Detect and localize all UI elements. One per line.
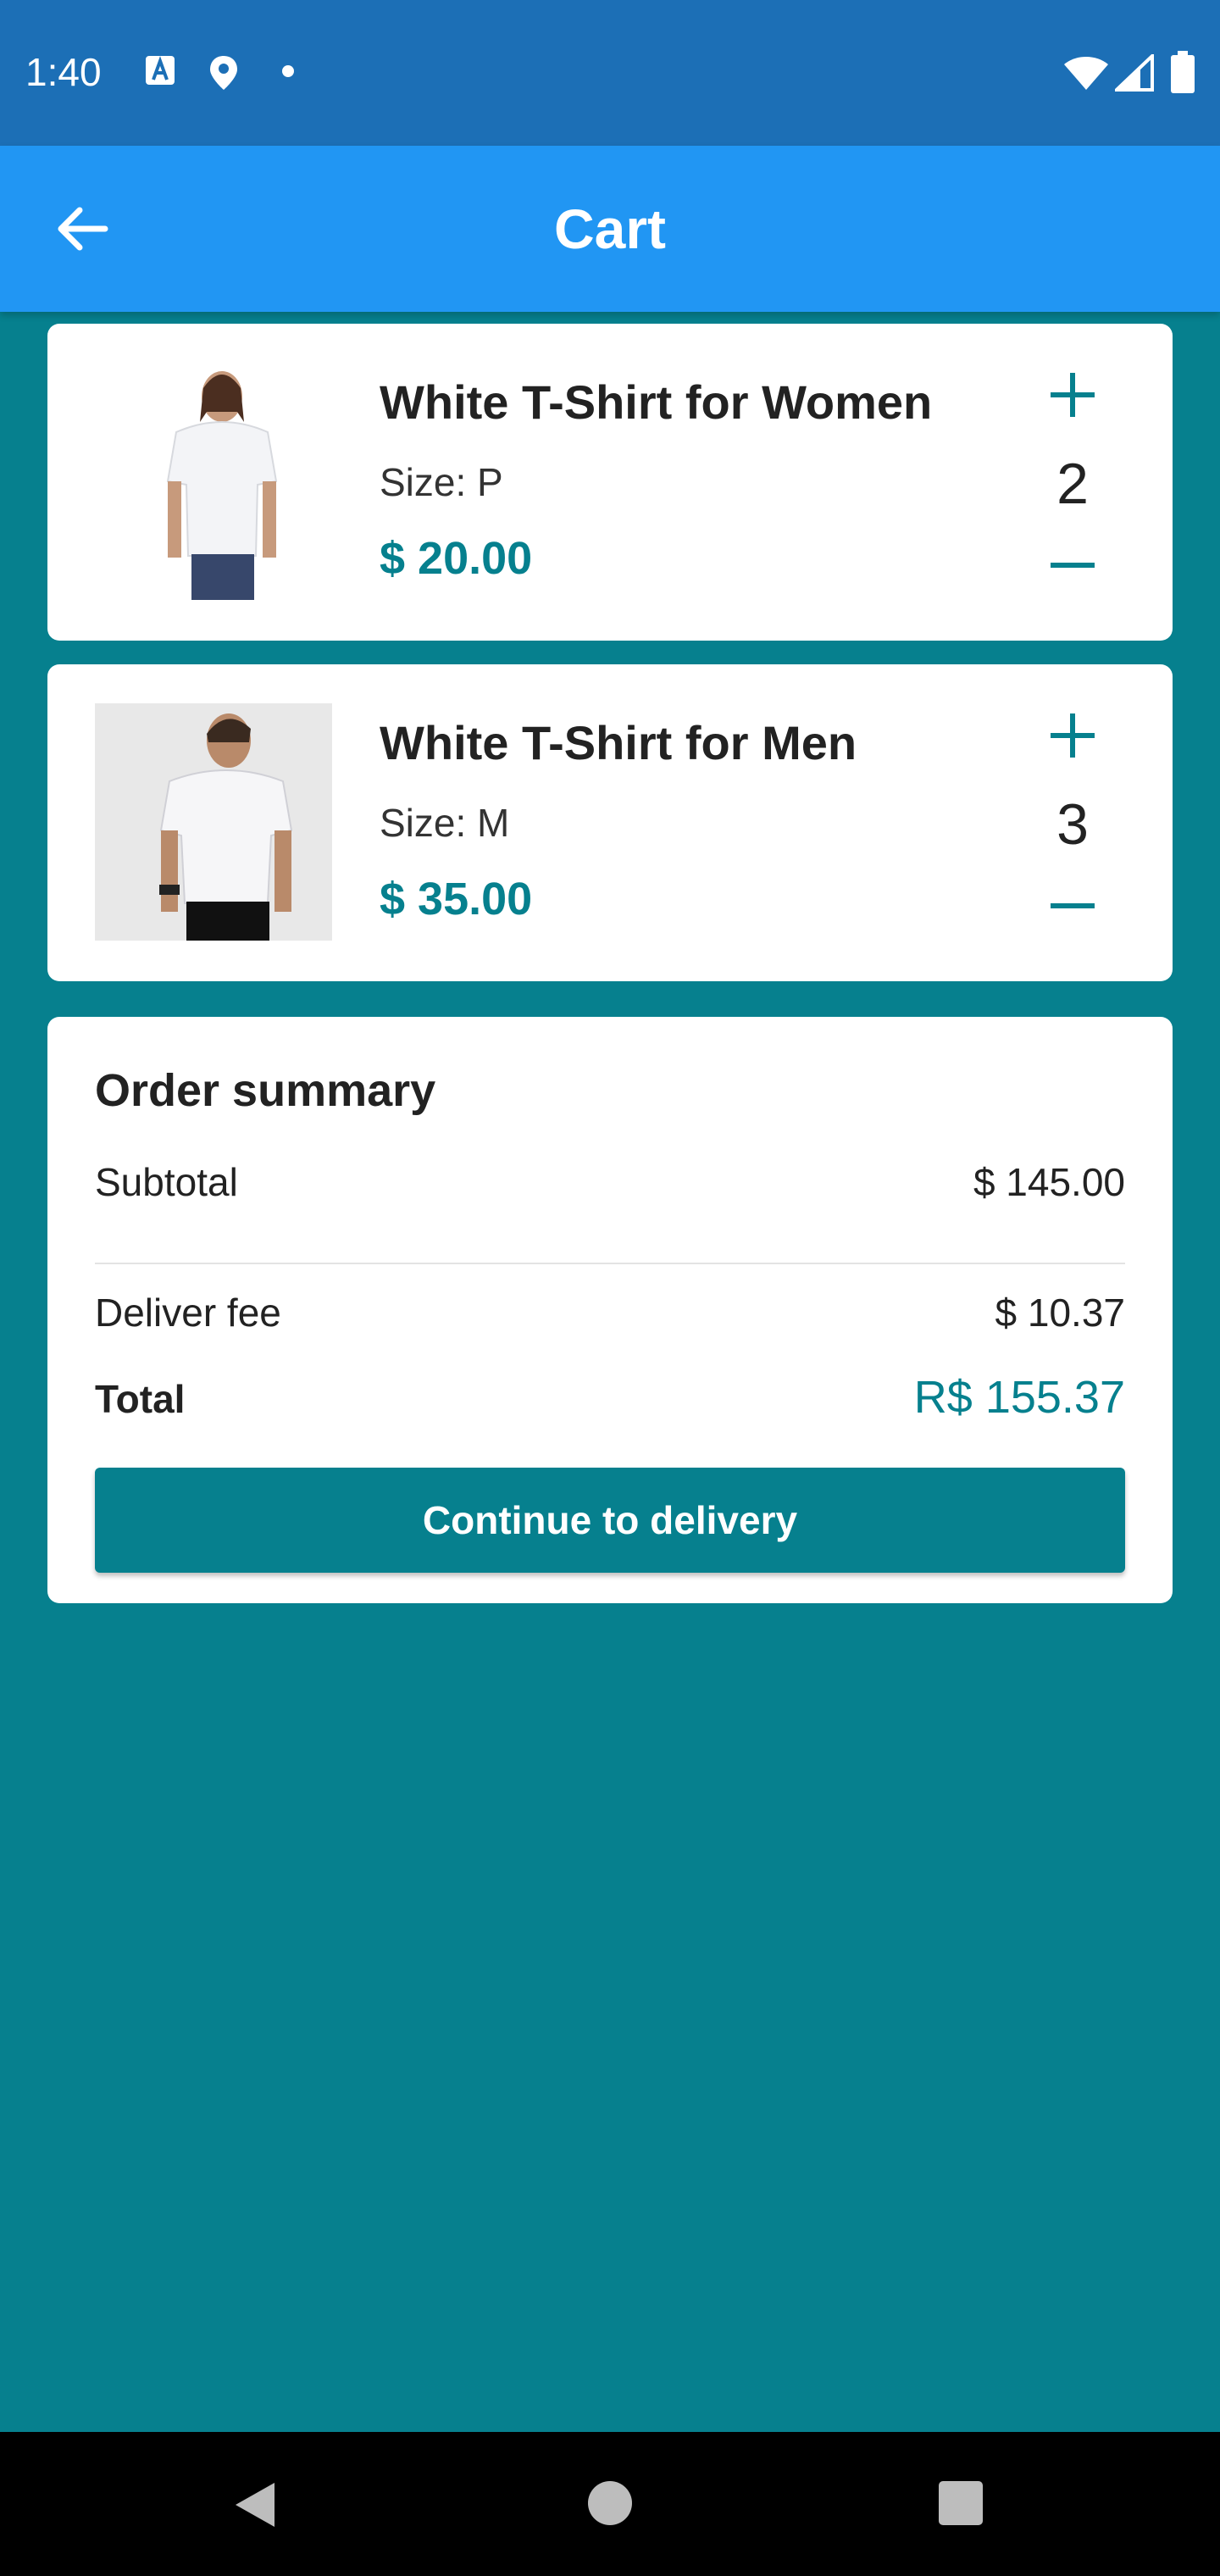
system-nav-bar bbox=[0, 2432, 1220, 2576]
summary-title: Order summary bbox=[95, 1065, 436, 1116]
signal-icon bbox=[1115, 54, 1154, 92]
wifi-icon bbox=[1064, 57, 1108, 90]
quantity-value: 3 bbox=[1056, 792, 1089, 857]
item-size: Size: M bbox=[380, 801, 510, 845]
quantity-value: 2 bbox=[1056, 452, 1089, 516]
item-price: $ 20.00 bbox=[380, 533, 533, 584]
delivery-fee-row: Deliver fee $ 10.37 bbox=[95, 1290, 1125, 1335]
decrease-quantity-button[interactable] bbox=[1047, 552, 1098, 578]
divider bbox=[95, 1263, 1125, 1264]
subtotal-label: Subtotal bbox=[95, 1160, 238, 1204]
a-notification-icon bbox=[146, 56, 175, 85]
increase-quantity-button[interactable] bbox=[1047, 710, 1098, 761]
status-time: 1:40 bbox=[25, 50, 102, 94]
product-image bbox=[95, 703, 332, 941]
decrease-quantity-button[interactable] bbox=[1047, 893, 1098, 919]
dot-icon bbox=[282, 65, 294, 77]
location-icon bbox=[210, 56, 237, 90]
item-name: White T-Shirt for Women bbox=[380, 375, 933, 429]
back-triangle-icon bbox=[236, 2483, 274, 2527]
nav-home-button[interactable] bbox=[586, 2479, 634, 2527]
total-value: R$ 155.37 bbox=[913, 1372, 1125, 1423]
battery-icon bbox=[1171, 51, 1195, 93]
cart-item: White T-Shirt for Men Size: M $ 35.00 3 bbox=[47, 664, 1173, 981]
delivery-fee-value: $ 10.37 bbox=[995, 1291, 1125, 1335]
product-image bbox=[95, 363, 332, 600]
delivery-fee-label: Deliver fee bbox=[95, 1291, 281, 1335]
item-size: Size: P bbox=[380, 460, 503, 504]
increase-quantity-button[interactable] bbox=[1047, 369, 1098, 420]
recents-square-icon bbox=[939, 2481, 983, 2525]
status-bar: 1:40 bbox=[0, 0, 1220, 146]
total-label: Total bbox=[95, 1377, 186, 1421]
home-circle-icon bbox=[588, 2481, 632, 2525]
nav-back-button[interactable] bbox=[230, 2479, 278, 2530]
total-row: Total R$ 155.37 bbox=[95, 1372, 1125, 1423]
nav-recents-button[interactable] bbox=[937, 2479, 984, 2527]
page-title: Cart bbox=[553, 197, 667, 260]
plus-icon bbox=[1051, 713, 1095, 758]
item-name: White T-Shirt for Men bbox=[380, 716, 857, 769]
cart-item: White T-Shirt for Women Size: P $ 20.00 … bbox=[47, 324, 1173, 641]
subtotal-value: $ 145.00 bbox=[973, 1160, 1125, 1204]
item-price: $ 35.00 bbox=[380, 874, 533, 924]
order-summary: Order summary Subtotal $ 145.00 Deliver … bbox=[47, 1017, 1173, 1603]
plus-icon bbox=[1051, 373, 1095, 417]
continue-to-delivery-button[interactable]: Continue to delivery bbox=[95, 1468, 1125, 1573]
subtotal-row: Subtotal $ 145.00 bbox=[95, 1159, 1125, 1205]
app-bar: Cart bbox=[0, 146, 1220, 312]
